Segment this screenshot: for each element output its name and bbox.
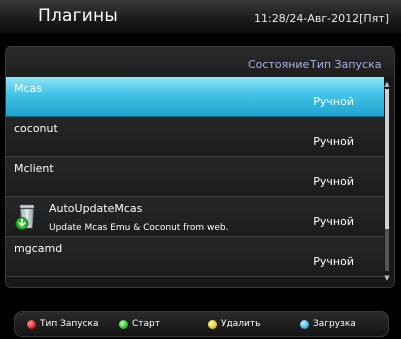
plugin-row-autoupdatemcas[interactable]: AutoUpdateMcas Update Mcas Emu & Coconut…: [6, 197, 384, 237]
plugin-name: AutoUpdateMcas: [49, 202, 143, 215]
scrollbar[interactable]: ▲ ▼: [383, 81, 391, 282]
plugin-mode: Ручной: [313, 215, 354, 228]
plugin-row-coconut[interactable]: coconut Ручной: [6, 117, 384, 157]
scroll-down-arrow-icon[interactable]: ▼: [383, 275, 391, 282]
red-key-label: Тип Запуска: [40, 319, 99, 329]
plugin-mode: Ручной: [313, 135, 354, 148]
plugin-name: mgcamd: [14, 242, 63, 255]
plugin-description: Update Mcas Emu & Coconut from web.: [49, 223, 229, 233]
datetime-display: 11:28/24-Авг-2012[Пят]: [253, 12, 389, 25]
yellow-button-icon: [208, 320, 217, 329]
title-bar: Плагины 11:28/24-Авг-2012[Пят]: [0, 0, 401, 34]
red-button-icon: [27, 320, 36, 329]
blue-key-label: Загрузка: [313, 319, 356, 329]
column-header-state: Состояние: [248, 58, 310, 71]
trash-download-icon: [15, 204, 39, 231]
plugin-row-mcas[interactable]: Mcas Ручной: [6, 77, 384, 117]
scroll-up-arrow-icon[interactable]: ▲: [383, 81, 391, 88]
plugin-name: coconut: [14, 122, 58, 135]
plugin-mode: Ручной: [313, 95, 354, 108]
scroll-thumb[interactable]: [385, 89, 389, 229]
plugin-list-panel: Состояние Тип Запуска Mcas Ручной coconu…: [5, 46, 395, 288]
scroll-track[interactable]: [385, 89, 389, 271]
plugin-name: Mclient: [14, 162, 54, 175]
column-headers: Состояние Тип Запуска: [6, 47, 394, 77]
green-key-label: Старт: [132, 319, 160, 329]
plugin-list[interactable]: Mcas Ручной coconut Ручной Mclient Ручно…: [6, 77, 384, 277]
yellow-key-label: Удалить: [221, 319, 261, 329]
color-key-bar: Тип Запуска Старт Удалить Загрузка: [14, 311, 389, 337]
green-button-icon: [119, 320, 128, 329]
column-header-launch-type: Тип Запуска: [310, 58, 382, 71]
plugin-row-mgcamd[interactable]: mgcamd Ручной: [6, 237, 384, 277]
blue-button-icon: [300, 320, 309, 329]
plugin-mode: Ручной: [313, 255, 354, 268]
page-title: Плагины: [38, 6, 118, 26]
plugin-row-mclient[interactable]: Mclient Ручной: [6, 157, 384, 197]
plugin-mode: Ручной: [313, 175, 354, 188]
plugin-name: Mcas: [14, 82, 43, 95]
